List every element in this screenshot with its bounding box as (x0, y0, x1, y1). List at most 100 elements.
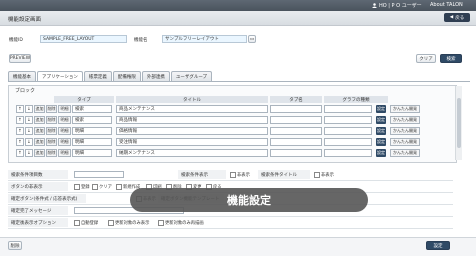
function-id-field[interactable]: SAMPLE_FREE_LAYOUT (40, 35, 127, 43)
row-kind[interactable]: 明細 (58, 127, 71, 135)
function-name-label: 機能名 (134, 38, 148, 43)
settings-row-5: 確定後表示オプション 自動登録 更新対象のみ表示 更新対象のみ再描画 (8, 218, 453, 229)
simple-dev-button[interactable]: かんたん開発 (390, 127, 420, 135)
delete-row-button[interactable]: 削除 (46, 105, 57, 113)
move-up-button[interactable]: ↑ (16, 138, 24, 146)
confirm-button-label: 確定ボタン(条件式 / 応答表示式) (8, 194, 86, 203)
tabname-input[interactable] (270, 116, 322, 124)
search-title-hide-check[interactable]: 非表示 (314, 172, 334, 178)
col-header-graph: グラフの種類 (324, 96, 388, 103)
title-bar: 機能設定画面 ◀ 戻る (0, 11, 476, 26)
tabname-input[interactable] (270, 127, 322, 135)
simple-dev-button[interactable]: かんたん開発 (390, 149, 420, 157)
tabname-input[interactable] (270, 138, 322, 146)
graph-select[interactable] (324, 138, 372, 146)
setting-button[interactable]: 設定 (376, 105, 386, 113)
back-label: 戻る (455, 15, 465, 21)
block-scrollbar[interactable] (455, 86, 462, 160)
move-down-button[interactable]: ↓ (25, 138, 33, 146)
move-up-button[interactable]: ↑ (16, 105, 24, 113)
search-cond-hide-check[interactable]: 非表示 (230, 172, 250, 178)
simple-dev-button[interactable]: かんたん開発 (390, 116, 420, 124)
title-input[interactable]: 納期メンテナンス (116, 149, 268, 157)
hide-buttons-label: ボタンの非表示 (8, 182, 68, 191)
lookup-button[interactable]: ▭ (248, 35, 256, 43)
tab-divider (8, 81, 470, 82)
tab-usergroup[interactable]: ユーザグループ (170, 71, 213, 81)
move-down-button[interactable]: ↓ (25, 105, 33, 113)
setting-button[interactable]: 設定 (376, 116, 386, 124)
search-cond-count-label: 検索条件項目数 (8, 170, 68, 179)
clear-button[interactable]: クリア (416, 54, 436, 63)
move-up-button[interactable]: ↑ (16, 116, 24, 124)
hide-clear-check[interactable]: クリア (92, 184, 112, 190)
move-up-button[interactable]: ↑ (16, 127, 24, 135)
graph-select[interactable] (324, 149, 372, 157)
delete-button[interactable]: 削除 (8, 241, 22, 250)
move-down-button[interactable]: ↓ (25, 149, 33, 157)
delete-row-button[interactable]: 削除 (46, 138, 57, 146)
delete-row-button[interactable]: 削除 (46, 116, 57, 124)
add-row-button[interactable]: 追加 (34, 105, 45, 113)
tab-permissions[interactable]: 配備権限 (112, 71, 141, 81)
page-title: 機能設定画面 (8, 17, 42, 23)
move-down-button[interactable]: ↓ (25, 116, 33, 124)
type-select[interactable]: 明細 (72, 138, 112, 146)
title-input[interactable]: 価格情報 (116, 127, 268, 135)
back-button[interactable]: ◀ 戻る (444, 13, 470, 22)
search-cond-count-input[interactable] (74, 171, 124, 178)
delete-row-button[interactable]: 削除 (46, 127, 57, 135)
type-select[interactable]: 検索 (72, 105, 112, 113)
row-kind[interactable]: 明細 (58, 105, 71, 113)
graph-select[interactable] (324, 105, 372, 113)
setting-button[interactable]: 設定 (376, 138, 386, 146)
add-row-button[interactable]: 追加 (34, 138, 45, 146)
tab-external[interactable]: 外部連携 (141, 71, 170, 81)
simple-dev-button[interactable]: かんたん開発 (390, 105, 420, 113)
move-down-button[interactable]: ↓ (25, 127, 33, 135)
search-cond-title-label: 検索条件タイトル (258, 170, 310, 179)
tabname-input[interactable] (270, 149, 322, 157)
graph-select[interactable] (324, 127, 372, 135)
move-up-button[interactable]: ↑ (16, 149, 24, 157)
auto-register-check[interactable]: 自動登録 (74, 220, 98, 226)
title-input[interactable]: 受注情報 (116, 138, 268, 146)
row-kind[interactable]: 明細 (58, 138, 71, 146)
back-arrow-icon: ◀ (449, 15, 454, 20)
title-input[interactable]: 商品情報 (116, 116, 268, 124)
title-input[interactable]: 商品メンテナンス (116, 105, 268, 113)
tabname-input[interactable] (270, 105, 322, 113)
save-button[interactable]: 設定 (426, 241, 450, 250)
add-row-button[interactable]: 追加 (34, 116, 45, 124)
tab-basic[interactable]: 機能基本 (8, 71, 36, 81)
row-kind[interactable]: 明細 (58, 116, 71, 124)
type-select[interactable]: 明細 (72, 127, 112, 135)
tab-report[interactable]: 帳票定義 (83, 71, 112, 81)
hide-register-check[interactable]: 登録 (74, 184, 90, 190)
col-header-tabname: タブ名 (270, 96, 322, 103)
row-kind[interactable]: 明細 (58, 149, 71, 157)
search-cond-display-label: 検索条件表示 (178, 170, 226, 179)
block-title: ブロック (15, 88, 36, 94)
user-label: HO | P O ユーザー (379, 3, 422, 9)
redraw-updated-only-check[interactable]: 更新対象のみ再描画 (158, 220, 204, 226)
setting-button[interactable]: 設定 (376, 127, 386, 135)
function-name-field[interactable]: サンプルフリーレイアウト (162, 35, 247, 43)
type-select[interactable]: 検索 (72, 116, 112, 124)
simple-dev-button[interactable]: かんたん開発 (390, 138, 420, 146)
show-updated-only-check[interactable]: 更新対象のみ表示 (108, 220, 149, 226)
user-menu[interactable]: HO | P O ユーザー (372, 2, 422, 9)
preview-button[interactable]: PREVIEW (9, 54, 31, 63)
scrollbar-thumb[interactable] (457, 98, 461, 148)
type-select[interactable]: 明細 (72, 149, 112, 157)
add-row-button[interactable]: 追加 (34, 149, 45, 157)
add-row-button[interactable]: 追加 (34, 127, 45, 135)
user-icon (372, 3, 377, 8)
graph-select[interactable] (324, 116, 372, 124)
delete-row-button[interactable]: 削除 (46, 149, 57, 157)
search-button[interactable]: 検索 (440, 54, 462, 63)
setting-button[interactable]: 設定 (376, 149, 386, 157)
footer-bar (0, 237, 476, 256)
confirm-message-label: 確定完了メッセージ (8, 206, 68, 215)
about-link[interactable]: About TALON (430, 2, 463, 8)
